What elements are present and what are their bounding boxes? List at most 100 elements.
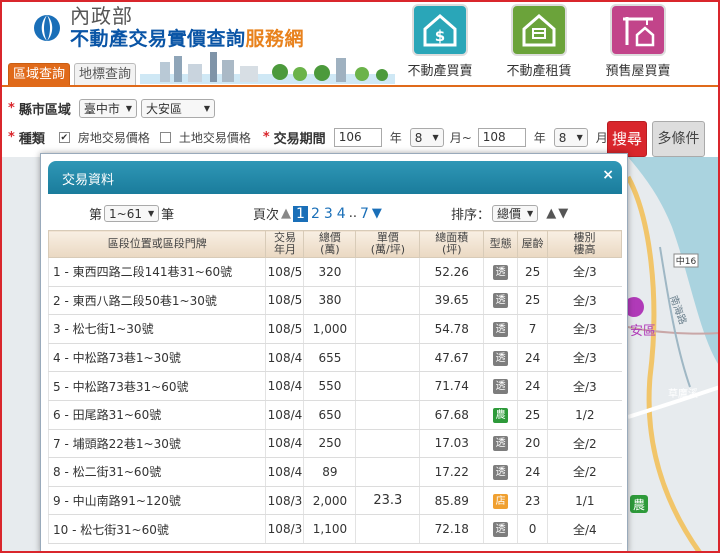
required-mark: * (8, 130, 15, 145)
cell-total-price: 550 (303, 371, 356, 401)
cell-type: 透 (483, 429, 518, 459)
page-2[interactable]: 2 (310, 206, 321, 222)
page-1[interactable]: 1 (293, 205, 308, 222)
transaction-panel: 交易資料 × 第 1~61 ▼ 筆 頁次 ▲ 1 2 3 4 .. 7 ▼ 排序：… (40, 153, 628, 553)
sort-descending-icon[interactable]: ▼ (558, 206, 568, 221)
cell-floor: 全/3 (547, 314, 622, 344)
cell-unit-price (355, 314, 420, 344)
road-label: 中16 (676, 255, 697, 267)
cell-type: 透 (483, 371, 518, 401)
table-row[interactable]: 5 - 中松路73巷31~60號 108/4 550 71.74 透 24 全/3 (47, 371, 622, 401)
cell-type: 透 (483, 343, 518, 373)
cell-floor: 全/2 (547, 457, 622, 487)
row-address: 埔頭路22巷1~30號 (72, 436, 181, 451)
month-unit: 月 (595, 131, 608, 145)
table-header-row: 區段位置或區段門牌 交易 年月 總價 (萬) 單價 (萬/坪) 總面積 (坪) … (47, 230, 622, 258)
more-conditions-button[interactable]: 多條件 (652, 121, 705, 157)
cell-date: 108/4 (265, 429, 304, 459)
col-total-price[interactable]: 總價 (萬) (303, 230, 357, 258)
table-row[interactable]: 7 - 埔頭路22巷1~30號 108/4 250 17.03 透 20 全/2 (47, 429, 622, 459)
tab-area-query[interactable]: 區域查詢 (8, 63, 71, 85)
house-price-checkbox[interactable]: ✔ (58, 132, 70, 143)
col-floor[interactable]: 樓別 樓高 (547, 230, 622, 258)
type-badge: 透 (493, 379, 509, 395)
panel-title: 交易資料 (62, 173, 115, 188)
nav-real-estate-rent[interactable]: 不動產租賃 (499, 4, 579, 79)
col-date[interactable]: 交易 年月 (265, 230, 305, 258)
nav-label: 不動產買賣 (407, 64, 473, 79)
cell-total-price: 2,000 (303, 486, 356, 516)
cell-area: 52.26 (419, 257, 484, 287)
row-separator: - (60, 351, 73, 366)
cell-type: 透 (483, 286, 518, 316)
from-month-select[interactable]: 8 ▼ (409, 128, 444, 147)
row-number: 8 (53, 465, 61, 480)
chevron-down-icon: ▼ (432, 133, 439, 142)
tab-landmark-query[interactable]: 地標查詢 (74, 63, 137, 85)
cell-total-price: 380 (303, 286, 356, 316)
period-label: 交易期間 (273, 132, 326, 147)
next-page-icon[interactable]: ▼ (372, 206, 382, 221)
from-year-input[interactable]: 106 (333, 128, 382, 147)
cell-age: 24 (517, 457, 548, 487)
row-separator: - (60, 436, 73, 451)
cell-area: 39.65 (419, 286, 484, 316)
cell-total-price: 650 (303, 400, 356, 430)
search-button[interactable]: 搜尋 (607, 121, 647, 157)
sort-label: 排序： (451, 208, 491, 223)
page-7[interactable]: 7 (359, 206, 370, 222)
col-unit-price[interactable]: 單價 (萬/坪) (355, 230, 421, 258)
row-number: 5 (53, 379, 61, 394)
row-separator: - (60, 494, 73, 509)
type-badge: 農 (493, 407, 509, 423)
cell-type: 透 (483, 514, 518, 544)
nav-real-estate-sale[interactable]: $ 不動產買賣 (400, 4, 480, 79)
to-year-input[interactable]: 108 (477, 128, 526, 147)
sort-ascending-icon[interactable]: ▲ (546, 206, 556, 221)
cell-address: 9 - 中山南路91~120號 (47, 486, 266, 516)
table-row[interactable]: 9 - 中山南路91~120號 108/3 2,000 23.3 85.89 店 23 1/1 (47, 486, 622, 516)
table-row[interactable]: 3 - 松七街1~30號 108/5 1,000 54.78 透 7 全/3 (47, 314, 622, 344)
sort-select[interactable]: 總價 ▼ (492, 205, 539, 222)
col-type[interactable]: 型態 (483, 230, 519, 258)
type-badge: 透 (493, 321, 509, 337)
range-prefix: 第 (89, 208, 103, 223)
county-label: 縣市區域 (18, 103, 71, 118)
table-row[interactable]: 8 - 松二街31~60號 108/4 89 17.22 透 24 全/2 (47, 457, 622, 487)
prev-page-icon[interactable]: ▲ (281, 206, 291, 221)
district-select[interactable]: 大安區 ▼ (141, 99, 215, 118)
close-icon[interactable]: × (602, 167, 614, 183)
table-row[interactable]: 10 - 松七街31~60號 108/3 1,100 72.18 透 0 全/4 (47, 514, 622, 544)
cell-address: 5 - 中松路73巷31~60號 (47, 371, 266, 401)
col-address[interactable]: 區段位置或區段門牌 (47, 230, 267, 258)
required-mark: * (8, 101, 15, 116)
row-address: 中山南路91~120號 (72, 494, 181, 509)
table-row[interactable]: 4 - 中松路73巷1~30號 108/4 655 47.67 透 24 全/3 (47, 343, 622, 373)
cell-date: 108/4 (265, 371, 304, 401)
to-month-select[interactable]: 8 ▼ (553, 128, 588, 147)
cell-area: 85.89 (419, 486, 484, 516)
type-badge: 透 (493, 436, 509, 452)
col-area[interactable]: 總面積 (坪) (419, 230, 485, 258)
cell-age: 25 (517, 257, 548, 287)
col-age[interactable]: 屋齡 (517, 230, 549, 258)
cell-total-price: 1,100 (303, 514, 356, 544)
range-select[interactable]: 1~61 ▼ (104, 205, 160, 222)
year-unit: 年 (533, 131, 546, 145)
city-select[interactable]: 臺中市 ▼ (78, 99, 137, 118)
page-4[interactable]: 4 (336, 206, 347, 222)
table-row[interactable]: 6 - 田尾路31~60號 108/4 650 67.68 農 25 1/2 (47, 400, 622, 430)
page-3[interactable]: 3 (323, 206, 334, 222)
page-group: 頁次 ▲ 1 2 3 4 .. 7 ▼ (253, 204, 382, 223)
table-row[interactable]: 1 - 東西四路二段141巷31~60號 108/5 320 52.26 透 25 全/3 (47, 257, 622, 287)
nav-label: 不動產租賃 (506, 64, 572, 79)
land-price-checkbox[interactable] (159, 132, 171, 143)
cell-total-price: 320 (303, 257, 356, 287)
cell-address: 10 - 松七街31~60號 (47, 514, 266, 544)
row-address: 中松路73巷1~30號 (72, 351, 181, 366)
table-row[interactable]: 2 - 東西八路二段50巷1~30號 108/5 380 39.65 透 25 全/3 (47, 286, 622, 316)
cell-age: 25 (517, 286, 548, 316)
district-value: 大安區 (146, 102, 183, 116)
nav-presale-sale[interactable]: 預售屋買賣 (598, 4, 678, 79)
cell-address: 1 - 東西四路二段141巷31~60號 (47, 257, 266, 287)
